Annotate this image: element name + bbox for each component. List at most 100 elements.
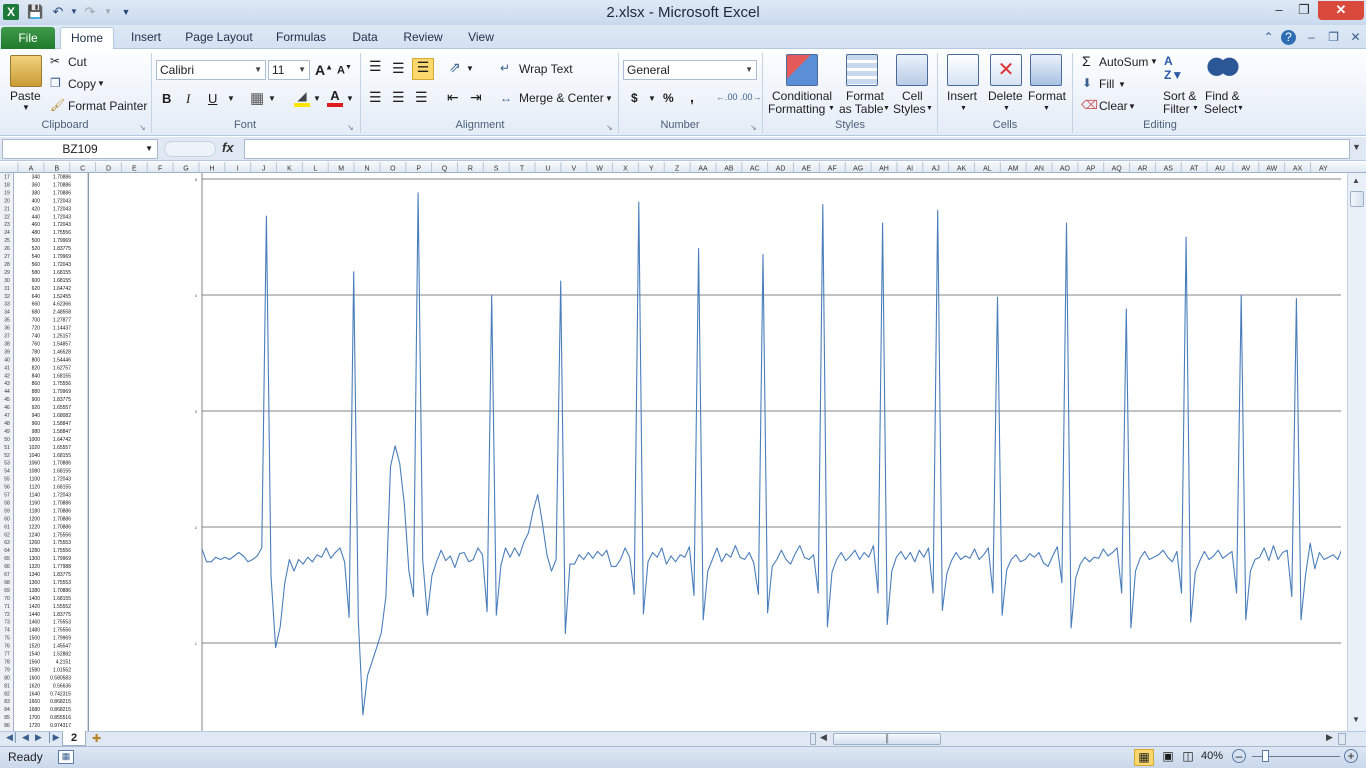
cell-time[interactable]: 1520 [29, 644, 40, 650]
paste-icon[interactable] [10, 55, 42, 87]
cell-voltage[interactable]: 1.83775 [53, 572, 71, 578]
hscroll-end-handle[interactable] [1338, 733, 1346, 745]
conditional-formatting-icon[interactable] [786, 54, 818, 86]
cell-time[interactable]: 1620 [29, 683, 40, 689]
cell-voltage[interactable]: 1.52882 [53, 652, 71, 658]
cell-time[interactable]: 800 [32, 357, 41, 363]
cell-time[interactable]: 1560 [29, 659, 40, 665]
cell-time[interactable]: 1280 [29, 548, 40, 554]
cell-time[interactable]: 1460 [29, 620, 40, 626]
cell-time[interactable]: 860 [32, 381, 41, 387]
align-center-icon[interactable]: ☰ [392, 89, 405, 106]
cell-voltage[interactable]: 1.58847 [53, 429, 71, 435]
close-icon[interactable]: ✕ [1318, 1, 1364, 20]
cell-time[interactable]: 500 [32, 238, 41, 244]
column-header-G[interactable]: G [183, 166, 188, 173]
autosum-dropdown-icon[interactable]: ▼ [1150, 57, 1158, 66]
cell-time[interactable]: 380 [32, 190, 41, 196]
cell-voltage[interactable]: 1.72043 [53, 493, 71, 499]
column-header-AB[interactable]: AB [724, 166, 734, 173]
align-left-icon[interactable]: ☰ [369, 89, 382, 106]
cell-time[interactable]: 1080 [29, 469, 40, 475]
insert-cells-icon[interactable] [947, 54, 979, 86]
cell-time[interactable]: 1640 [29, 691, 40, 697]
conditional-formatting-line1[interactable]: Conditional [772, 89, 832, 103]
cell-time[interactable]: 1100 [29, 477, 40, 483]
scroll-down-icon[interactable]: ▼ [1352, 715, 1360, 724]
copy-button[interactable]: Copy [68, 77, 96, 91]
column-header-U[interactable]: U [545, 166, 550, 173]
cell-voltage[interactable]: 0.580583 [50, 675, 71, 681]
delete-cells-icon[interactable]: ✕ [990, 54, 1022, 86]
cell-voltage[interactable]: 1.27877 [53, 318, 71, 324]
cell-time[interactable]: 1320 [29, 564, 40, 570]
cell-voltage[interactable]: 1.14437 [53, 326, 71, 332]
decrease-decimal-icon[interactable]: .00→ [740, 92, 762, 102]
number-launcher-icon[interactable]: ↘ [750, 123, 757, 132]
cell-voltage[interactable]: 1.64742 [53, 437, 71, 443]
fill-button[interactable]: Fill [1099, 77, 1114, 91]
data-cells[interactable]: 17 340 1.70886 18 360 1.70886 19 380 1.70886 20 40… [4, 173, 88, 731]
cell-voltage[interactable]: 1.25157 [53, 334, 71, 340]
wrap-text-button[interactable]: Wrap Text [519, 62, 573, 76]
currency-icon[interactable]: $ [631, 91, 638, 105]
sort-filter-dropdown-icon[interactable]: ▼ [1192, 105, 1199, 112]
series-line[interactable] [201, 192, 1348, 716]
cell-voltage[interactable]: 1.54857 [53, 341, 71, 347]
paste-button[interactable]: Paste [10, 89, 41, 103]
insert-function-icon[interactable]: fx [222, 140, 234, 155]
window-restore-icon[interactable]: ❐ [1326, 30, 1341, 45]
column-header-AJ[interactable]: AJ [932, 166, 940, 173]
cell-time[interactable]: 700 [32, 318, 41, 324]
cell-time[interactable]: 1160 [29, 500, 40, 506]
fill-color-icon[interactable]: ◢ [294, 89, 310, 107]
find-select-dropdown-icon[interactable]: ▼ [1237, 105, 1244, 112]
cell-voltage[interactable]: 1.68155 [53, 596, 71, 602]
cell-time[interactable]: 1360 [29, 580, 40, 586]
font-name-box[interactable]: Calibri ▼ [156, 60, 266, 80]
cell-time[interactable]: 1700 [29, 715, 40, 721]
cell-time[interactable]: 740 [32, 334, 41, 340]
cell-voltage[interactable]: 1.72043 [53, 262, 71, 268]
cell-voltage[interactable]: 1.70886 [53, 588, 71, 594]
column-header-V[interactable]: V [571, 166, 576, 173]
cell-voltage[interactable]: 1.75553 [53, 620, 71, 626]
cell-time[interactable]: 1060 [29, 461, 40, 467]
conditional-formatting-dropdown-icon[interactable]: ▼ [828, 105, 835, 112]
cell-voltage[interactable]: 1.72043 [53, 214, 71, 220]
column-header-E[interactable]: E [132, 166, 137, 173]
cell-time[interactable]: 440 [32, 214, 41, 220]
find-select-line1[interactable]: Find & [1205, 89, 1240, 103]
minimize-ribbon-icon[interactable]: ⌃ [1261, 30, 1276, 45]
copy-dropdown-icon[interactable]: ▼ [97, 79, 105, 88]
paste-dropdown-icon[interactable]: ▼ [22, 103, 30, 112]
shrink-font-icon[interactable]: A▼ [337, 64, 352, 77]
cell-time[interactable]: 1240 [29, 532, 40, 538]
cell-voltage[interactable]: 0.742315 [50, 691, 71, 697]
help-icon[interactable]: ? [1281, 30, 1296, 45]
underline-icon[interactable]: U [208, 91, 217, 106]
chart-plot-area[interactable]: 1 2 3 4 5 [89, 173, 1348, 731]
cell-time[interactable]: 360 [32, 182, 41, 188]
cell-voltage[interactable]: 1.68155 [53, 373, 71, 379]
column-header-C[interactable]: C [80, 166, 85, 173]
column-header-W[interactable]: W [596, 166, 603, 173]
cell-voltage[interactable]: 1.70886 [53, 461, 71, 467]
prev-sheet-icon[interactable]: ◀ [22, 732, 29, 743]
cell-time[interactable]: 1020 [29, 445, 40, 451]
cell-voltage[interactable]: 1.54446 [53, 357, 71, 363]
cell-time[interactable]: 540 [32, 254, 41, 260]
align-middle-icon[interactable]: ☰ [392, 60, 405, 77]
cell-time[interactable]: 420 [32, 206, 41, 212]
cell-voltage[interactable]: 1.68155 [53, 485, 71, 491]
formula-input[interactable] [244, 139, 1350, 159]
cell-time[interactable]: 340 [32, 175, 41, 181]
tab-home[interactable]: Home [60, 27, 114, 50]
delete-dropdown-icon[interactable]: ▼ [1003, 105, 1010, 112]
column-header-strip[interactable]: A B C D E F G H I J K L M N O P Q R S T U V W X Y Z AA AB AC AD AE AF AG… [0, 162, 1366, 173]
cell-voltage[interactable]: 1.70886 [53, 175, 71, 181]
decrease-indent-icon[interactable]: ⇤ [447, 89, 459, 106]
column-header-AY[interactable]: AY [1319, 166, 1328, 173]
cell-voltage[interactable]: 1.79969 [53, 389, 71, 395]
cell-time[interactable]: 560 [32, 262, 41, 268]
